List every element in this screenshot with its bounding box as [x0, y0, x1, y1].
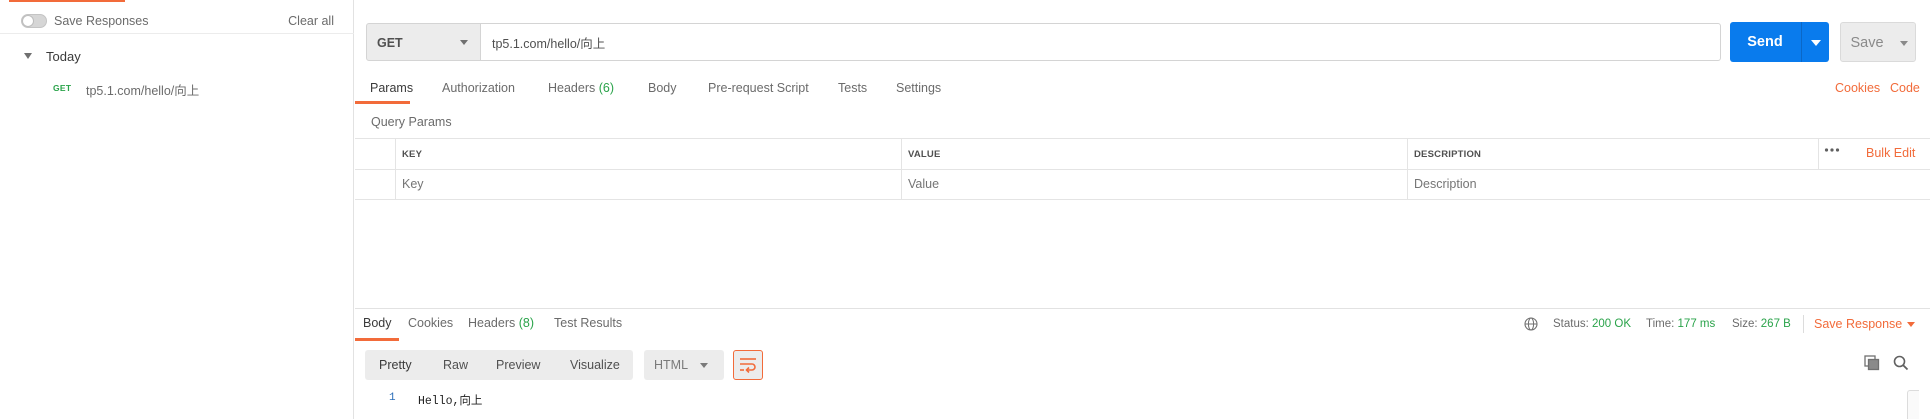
save-options-caret-icon[interactable]	[1900, 41, 1908, 46]
params-table: KEY VALUE DESCRIPTION	[355, 138, 1930, 200]
response-tab-headers-count: (8)	[518, 316, 535, 330]
view-visualize-button[interactable]: Visualize	[570, 358, 620, 372]
bulk-edit-link[interactable]: Bulk Edit	[1866, 146, 1915, 160]
history-item[interactable]: GET tp5.1.com/hello/向上	[0, 76, 354, 98]
save-responses-toggle[interactable]	[21, 14, 47, 28]
tab-settings[interactable]: Settings	[896, 81, 941, 95]
code-line-text: Hello,向上	[418, 395, 483, 408]
copy-icon[interactable]	[1864, 355, 1880, 371]
tab-headers[interactable]: Headers (6)	[548, 81, 614, 95]
table-row-divider	[355, 169, 1930, 170]
method-select[interactable]: GET	[366, 23, 481, 61]
save-response-button[interactable]: Save Response	[1814, 317, 1902, 331]
ellipsis-icon[interactable]	[1824, 147, 1840, 153]
history-item-method: GET	[53, 83, 72, 93]
toggle-knob	[22, 15, 34, 27]
wrap-lines-icon	[740, 358, 756, 373]
query-params-label: Query Params	[371, 115, 452, 129]
time-label: Time:	[1646, 318, 1675, 330]
format-select-value: HTML	[654, 358, 689, 372]
response-divider	[355, 308, 1930, 309]
send-button-label: Send	[1747, 34, 1783, 50]
tab-authorization[interactable]: Authorization	[442, 81, 515, 95]
save-button[interactable]: Save	[1840, 22, 1916, 62]
size-indicator: Size: 267 B	[1732, 318, 1791, 330]
history-group-label: Today	[46, 49, 81, 64]
save-responses-label: Save Responses	[54, 14, 149, 28]
tab-tests[interactable]: Tests	[838, 81, 867, 95]
code-link[interactable]: Code	[1890, 81, 1920, 95]
globe-icon[interactable]	[1524, 317, 1538, 331]
history-sidebar: Save Responses Clear all Today GET tp5.1…	[0, 0, 354, 419]
save-responses-row: Save Responses Clear all	[0, 8, 354, 34]
status-value: 200 OK	[1592, 318, 1632, 330]
tab-headers-label: Headers	[548, 81, 596, 95]
status-divider	[1803, 315, 1804, 333]
response-scrollbar[interactable]	[1907, 390, 1919, 419]
size-label: Size:	[1732, 318, 1758, 330]
param-description-input[interactable]	[1414, 177, 1904, 191]
size-value: 267 B	[1760, 318, 1791, 330]
column-divider	[1407, 139, 1408, 200]
request-tabs: Params Authorization Headers (6) Body Pr…	[355, 76, 1930, 104]
status-label: Status:	[1553, 318, 1589, 330]
send-options-caret-icon[interactable]	[1811, 40, 1821, 46]
save-response-caret-icon[interactable]	[1907, 322, 1915, 327]
column-divider	[901, 139, 902, 200]
column-divider	[395, 139, 396, 200]
url-input[interactable]	[480, 23, 1721, 61]
view-pretty-button[interactable]: Pretty	[379, 358, 412, 372]
view-raw-button[interactable]: Raw	[443, 358, 468, 372]
response-tab-cookies[interactable]: Cookies	[408, 316, 453, 330]
column-header-description: DESCRIPTION	[1414, 149, 1482, 160]
column-header-value: VALUE	[908, 149, 941, 160]
history-item-url: tp5.1.com/hello/向上	[86, 84, 200, 98]
response-view-toggle: Pretty Raw Preview Visualize	[365, 350, 633, 380]
clear-all-button[interactable]: Clear all	[288, 14, 334, 28]
tab-body[interactable]: Body	[648, 81, 677, 95]
wrap-lines-button[interactable]	[733, 350, 763, 380]
method-select-value: GET	[377, 36, 403, 50]
response-tab-body[interactable]: Body	[363, 316, 392, 330]
active-tab-indicator	[355, 101, 410, 104]
send-button-divider	[1801, 22, 1802, 62]
response-tab-headers[interactable]: Headers (8)	[468, 316, 534, 330]
code-line-number: 1	[389, 392, 396, 404]
time-indicator: Time: 177 ms	[1646, 318, 1715, 330]
time-value: 177 ms	[1677, 318, 1716, 330]
param-key-input[interactable]	[402, 177, 892, 191]
status-indicator: Status: 200 OK	[1553, 318, 1631, 330]
tab-headers-count: (6)	[598, 81, 615, 95]
column-divider	[1818, 139, 1819, 169]
view-preview-button[interactable]: Preview	[496, 358, 540, 372]
column-header-key: KEY	[402, 149, 423, 160]
response-tab-headers-label: Headers	[468, 316, 516, 330]
cookies-link[interactable]: Cookies	[1835, 81, 1880, 95]
save-button-label: Save	[1850, 35, 1884, 51]
caret-down-icon	[24, 53, 32, 59]
response-tab-test-results[interactable]: Test Results	[554, 316, 622, 330]
sidebar-tab-indicator	[9, 0, 125, 2]
search-icon[interactable]	[1893, 355, 1909, 371]
history-group-today[interactable]: Today	[0, 46, 354, 68]
chevron-down-icon	[700, 363, 708, 368]
param-value-input[interactable]	[908, 177, 1398, 191]
tab-params[interactable]: Params	[370, 81, 413, 95]
tab-pre-request-script[interactable]: Pre-request Script	[708, 81, 809, 95]
send-button[interactable]: Send	[1730, 22, 1829, 62]
chevron-down-icon	[460, 40, 468, 45]
format-select[interactable]: HTML	[644, 350, 724, 380]
response-active-tab-indicator	[355, 338, 399, 341]
